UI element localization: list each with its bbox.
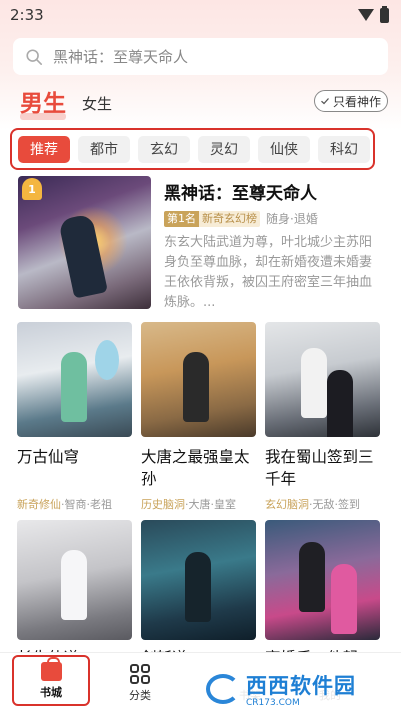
featured-book-cover[interactable]: 1: [18, 176, 151, 309]
category-chip-scifi[interactable]: 科幻: [318, 135, 370, 163]
category-chip-urban[interactable]: 都市: [78, 135, 130, 163]
book-card[interactable]: 我在蜀山签到三千年 玄幻脑洞·无敌·签到: [265, 322, 380, 512]
book-title[interactable]: 大唐之最强皇太孙: [141, 446, 256, 490]
featured-book[interactable]: 1 黑神话：至尊天命人 第1名 新奇玄幻榜 随身·退婚 东玄大陆武道为尊，叶北城…: [18, 176, 388, 309]
status-time: 2:33: [10, 6, 44, 24]
book-tags: 玄幻脑洞·无敌·签到: [265, 496, 380, 512]
book-secondary-tags: ·无敌·签到: [309, 498, 360, 511]
cover-figure: [327, 370, 353, 437]
featured-book-description: 东玄大陆武道为尊，叶北城少主苏阳身负至尊血脉，却在新婚夜遭未婚妻王依依背叛，被囚…: [164, 235, 373, 309]
nav-category-label: 分类: [129, 688, 151, 702]
gender-tabs: 男生 女生 只看神作: [20, 84, 388, 120]
nav-store-label: 书城: [40, 685, 62, 699]
book-primary-tag: 新奇修仙: [17, 498, 61, 511]
book-secondary-tags: ·智商·老祖: [61, 498, 112, 511]
search-input[interactable]: 黑神话：至尊天命人: [13, 38, 388, 75]
book-card[interactable]: 长生仙道: [17, 520, 132, 668]
rank-list-label[interactable]: 新奇玄幻榜: [199, 210, 260, 227]
book-cover[interactable]: [265, 322, 380, 437]
shopping-bag-icon: [40, 656, 62, 681]
book-cover[interactable]: [141, 520, 256, 640]
wifi-icon: [358, 9, 374, 21]
search-placeholder: 黑神话：至尊天命人: [53, 48, 189, 66]
only-god-filter-button[interactable]: 只看神作: [313, 90, 388, 112]
tab-male[interactable]: 男生: [20, 84, 66, 120]
book-cover[interactable]: [17, 322, 132, 437]
book-secondary-tags: ·大唐·皇室: [185, 498, 236, 511]
watermark-text: 西西软件园: [246, 674, 356, 698]
check-circle-icon: [321, 98, 329, 105]
cover-figure: [301, 348, 327, 418]
cover-figure: [95, 340, 119, 380]
book-card[interactable]: 离婚后，他起: [265, 520, 380, 668]
tab-female[interactable]: 女生: [82, 93, 112, 114]
watermark: 西西软件园 CR173.COM: [200, 668, 380, 710]
cover-figure: [183, 352, 209, 422]
search-icon: [26, 48, 43, 65]
cover-figure: [331, 564, 357, 634]
rank-label: 第1名: [164, 210, 199, 227]
book-grid-row2: 长生仙道 剑斩道 离婚后，他起: [17, 520, 385, 668]
nav-store[interactable]: 书城: [12, 655, 90, 706]
book-card[interactable]: 万古仙穹 新奇修仙·智商·老祖: [17, 322, 132, 512]
book-tags: 新奇修仙·智商·老祖: [17, 496, 132, 512]
book-title[interactable]: 万古仙穹: [17, 446, 132, 490]
category-chip-xianxia[interactable]: 仙侠: [258, 135, 310, 163]
status-bar: 2:33: [0, 0, 401, 30]
category-chip-recommend[interactable]: 推荐: [18, 135, 70, 163]
book-card[interactable]: 大唐之最强皇太孙 历史脑洞·大唐·皇室: [141, 322, 256, 512]
nav-category[interactable]: 分类: [100, 663, 180, 703]
book-title[interactable]: 我在蜀山签到三千年: [265, 446, 380, 490]
featured-book-info: 黑神话：至尊天命人 第1名 新奇玄幻榜 随身·退婚 东玄大陆武道为尊，叶北城少主…: [164, 176, 388, 309]
category-chip-supernatural[interactable]: 灵幻: [198, 135, 250, 163]
book-primary-tag: 玄幻脑洞: [265, 498, 309, 511]
cover-figure: [299, 542, 325, 612]
book-cover[interactable]: [265, 520, 380, 640]
book-tags: 历史脑洞·大唐·皇室: [141, 496, 256, 512]
grid-icon: [130, 663, 150, 684]
featured-book-title[interactable]: 黑神话：至尊天命人: [164, 179, 388, 204]
featured-tags: 随身·退婚: [266, 212, 318, 226]
featured-tag-row: 第1名 新奇玄幻榜 随身·退婚: [164, 210, 388, 227]
category-bar: 推荐 都市 玄幻 灵幻 仙侠 科幻: [10, 128, 375, 170]
book-card[interactable]: 剑斩道: [141, 520, 256, 668]
watermark-logo-icon: [206, 674, 240, 704]
book-primary-tag: 历史脑洞: [141, 498, 185, 511]
cover-figure: [61, 352, 87, 422]
category-chip-fantasy[interactable]: 玄幻: [138, 135, 190, 163]
tab-active-indicator: [20, 113, 66, 120]
status-icons: [358, 5, 389, 23]
rank-badge: 1: [22, 178, 42, 200]
cover-figure: [61, 550, 87, 620]
only-god-filter-label: 只看神作: [332, 94, 381, 109]
book-cover[interactable]: [17, 520, 132, 640]
watermark-text-group: 西西软件园 CR173.COM: [246, 670, 356, 708]
battery-icon: [380, 5, 389, 23]
book-grid: 万古仙穹 新奇修仙·智商·老祖 大唐之最强皇太孙 历史脑洞·大唐·皇室 我在蜀山…: [17, 322, 385, 512]
book-cover[interactable]: [141, 322, 256, 437]
cover-figure: [185, 552, 211, 622]
